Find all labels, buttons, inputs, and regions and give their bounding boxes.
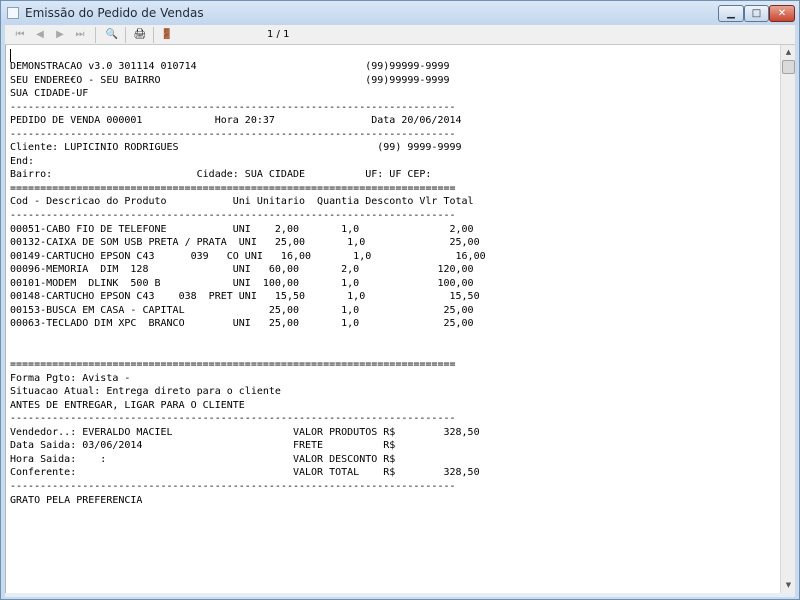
report-line: Situacao Atual: Entrega direto para o cl… — [10, 386, 281, 398]
report-line: ----------------------------------------… — [10, 480, 456, 492]
report-line: ========================================… — [10, 359, 456, 371]
toolbar-separator — [95, 27, 96, 43]
next-page-icon[interactable]: ▶ — [51, 26, 69, 44]
print-icon[interactable]: 🖨 — [131, 26, 149, 44]
report-line: Bairro: Cidade: SUA CIDADE UF: UF CEP: — [10, 169, 432, 181]
report-line: ----------------------------------------… — [10, 101, 456, 113]
preview-toolbar: ⏮ ◀ ▶ ⏭ 🔍 🖨 🚪 1 / 1 — [5, 25, 795, 45]
minimize-button[interactable]: ▁ — [718, 5, 744, 22]
title-bar[interactable]: Emissão do Pedido de Vendas ▁ □ ✕ — [1, 1, 799, 25]
report-line: PEDIDO DE VENDA 000001 Hora 20:37 Data 2… — [10, 115, 462, 127]
report-line: 00148-CARTUCHO EPSON C43 038 PRET UNI 15… — [10, 291, 480, 303]
close-icon: ✕ — [777, 8, 787, 19]
report-line: Forma Pgto: Avista - — [10, 372, 131, 384]
report-line: 00149-CARTUCHO EPSON C43 039 CO UNI 16,0… — [10, 250, 486, 262]
report-line: 00132-CAIXA DE SOM USB PRETA / PRATA UNI… — [10, 237, 480, 249]
report-line: 00153-BUSCA EM CASA - CAPITAL 25,00 1,0 … — [10, 304, 474, 316]
window-icon — [7, 7, 19, 19]
report-preview-window: Emissão do Pedido de Vendas ▁ □ ✕ ⏮ ◀ ▶ … — [0, 0, 800, 600]
page-indicator: 1 / 1 — [267, 29, 290, 40]
report-line: ----------------------------------------… — [10, 413, 456, 425]
toolbar-separator — [153, 27, 154, 43]
report-line — [10, 344, 486, 358]
report-line: ========================================… — [10, 182, 456, 194]
minimize-icon: ▁ — [727, 8, 735, 19]
previous-page-icon[interactable]: ◀ — [31, 26, 49, 44]
report-line: 00096-MEMORIA DIM 128 UNI 60,00 2,0 120,… — [10, 264, 474, 276]
report-page[interactable]: DEMONSTRACAO v3.0 301114 010714 (99)9999… — [5, 45, 780, 593]
report-line: ANTES DE ENTREGAR, LIGAR PARA O CLIENTE — [10, 399, 245, 411]
report-line: ----------------------------------------… — [10, 128, 456, 140]
report-line: Cod - Descricao do Produto Uni Unitario … — [10, 196, 474, 208]
maximize-icon: □ — [751, 8, 762, 19]
report-line: Cliente: LUPICINIO RODRIGUES (99) 9999-9… — [10, 142, 462, 154]
report-line — [10, 331, 486, 345]
report-line: SEU ENDERE€O - SEU BAIRRO (99)99999-9999 — [10, 74, 450, 86]
vertical-scrollbar[interactable]: ▲ ▼ — [780, 45, 795, 593]
report-line: Vendedor..: EVERALDO MACIEL VALOR PRODUT… — [10, 426, 480, 438]
report-line: Hora Saida: : VALOR DESCONTO R$ — [10, 453, 396, 465]
last-page-icon[interactable]: ⏭ — [71, 26, 89, 44]
close-button[interactable]: ✕ — [769, 5, 795, 22]
window-title: Emissão do Pedido de Vendas — [25, 6, 204, 20]
report-line: GRATO PELA PREFERENCIA — [10, 494, 143, 506]
search-icon[interactable]: 🔍 — [103, 26, 121, 44]
report-line: 00051-CABO FIO DE TELEFONE UNI 2,00 1,0 … — [10, 223, 474, 235]
report-text: DEMONSTRACAO v3.0 301114 010714 (99)9999… — [10, 60, 486, 507]
report-line: Conferente: VALOR TOTAL R$ 328,50 — [10, 467, 480, 479]
report-line: End: — [10, 155, 35, 167]
toolbar-separator — [125, 27, 126, 43]
report-line: DEMONSTRACAO v3.0 301114 010714 (99)9999… — [10, 61, 450, 72]
scrollbar-thumb[interactable] — [782, 60, 795, 74]
scroll-up-icon[interactable]: ▲ — [782, 46, 795, 59]
window-bottom-edge — [5, 593, 795, 597]
report-line: 00101-MODEM DLINK 500 B UNI 100,00 1,0 1… — [10, 277, 474, 289]
report-line: Data Saida: 03/06/2014 FRETE R$ — [10, 440, 396, 452]
maximize-button[interactable]: □ — [744, 5, 769, 22]
exit-door-icon[interactable]: 🚪 — [158, 26, 176, 44]
scroll-down-icon[interactable]: ▼ — [782, 579, 795, 592]
first-page-icon[interactable]: ⏮ — [11, 26, 29, 44]
report-line: ----------------------------------------… — [10, 210, 456, 222]
report-line: 00063-TECLADO DIM XPC BRANCO UNI 25,00 1… — [10, 318, 474, 330]
report-line: SUA CIDADE-UF — [10, 88, 89, 100]
